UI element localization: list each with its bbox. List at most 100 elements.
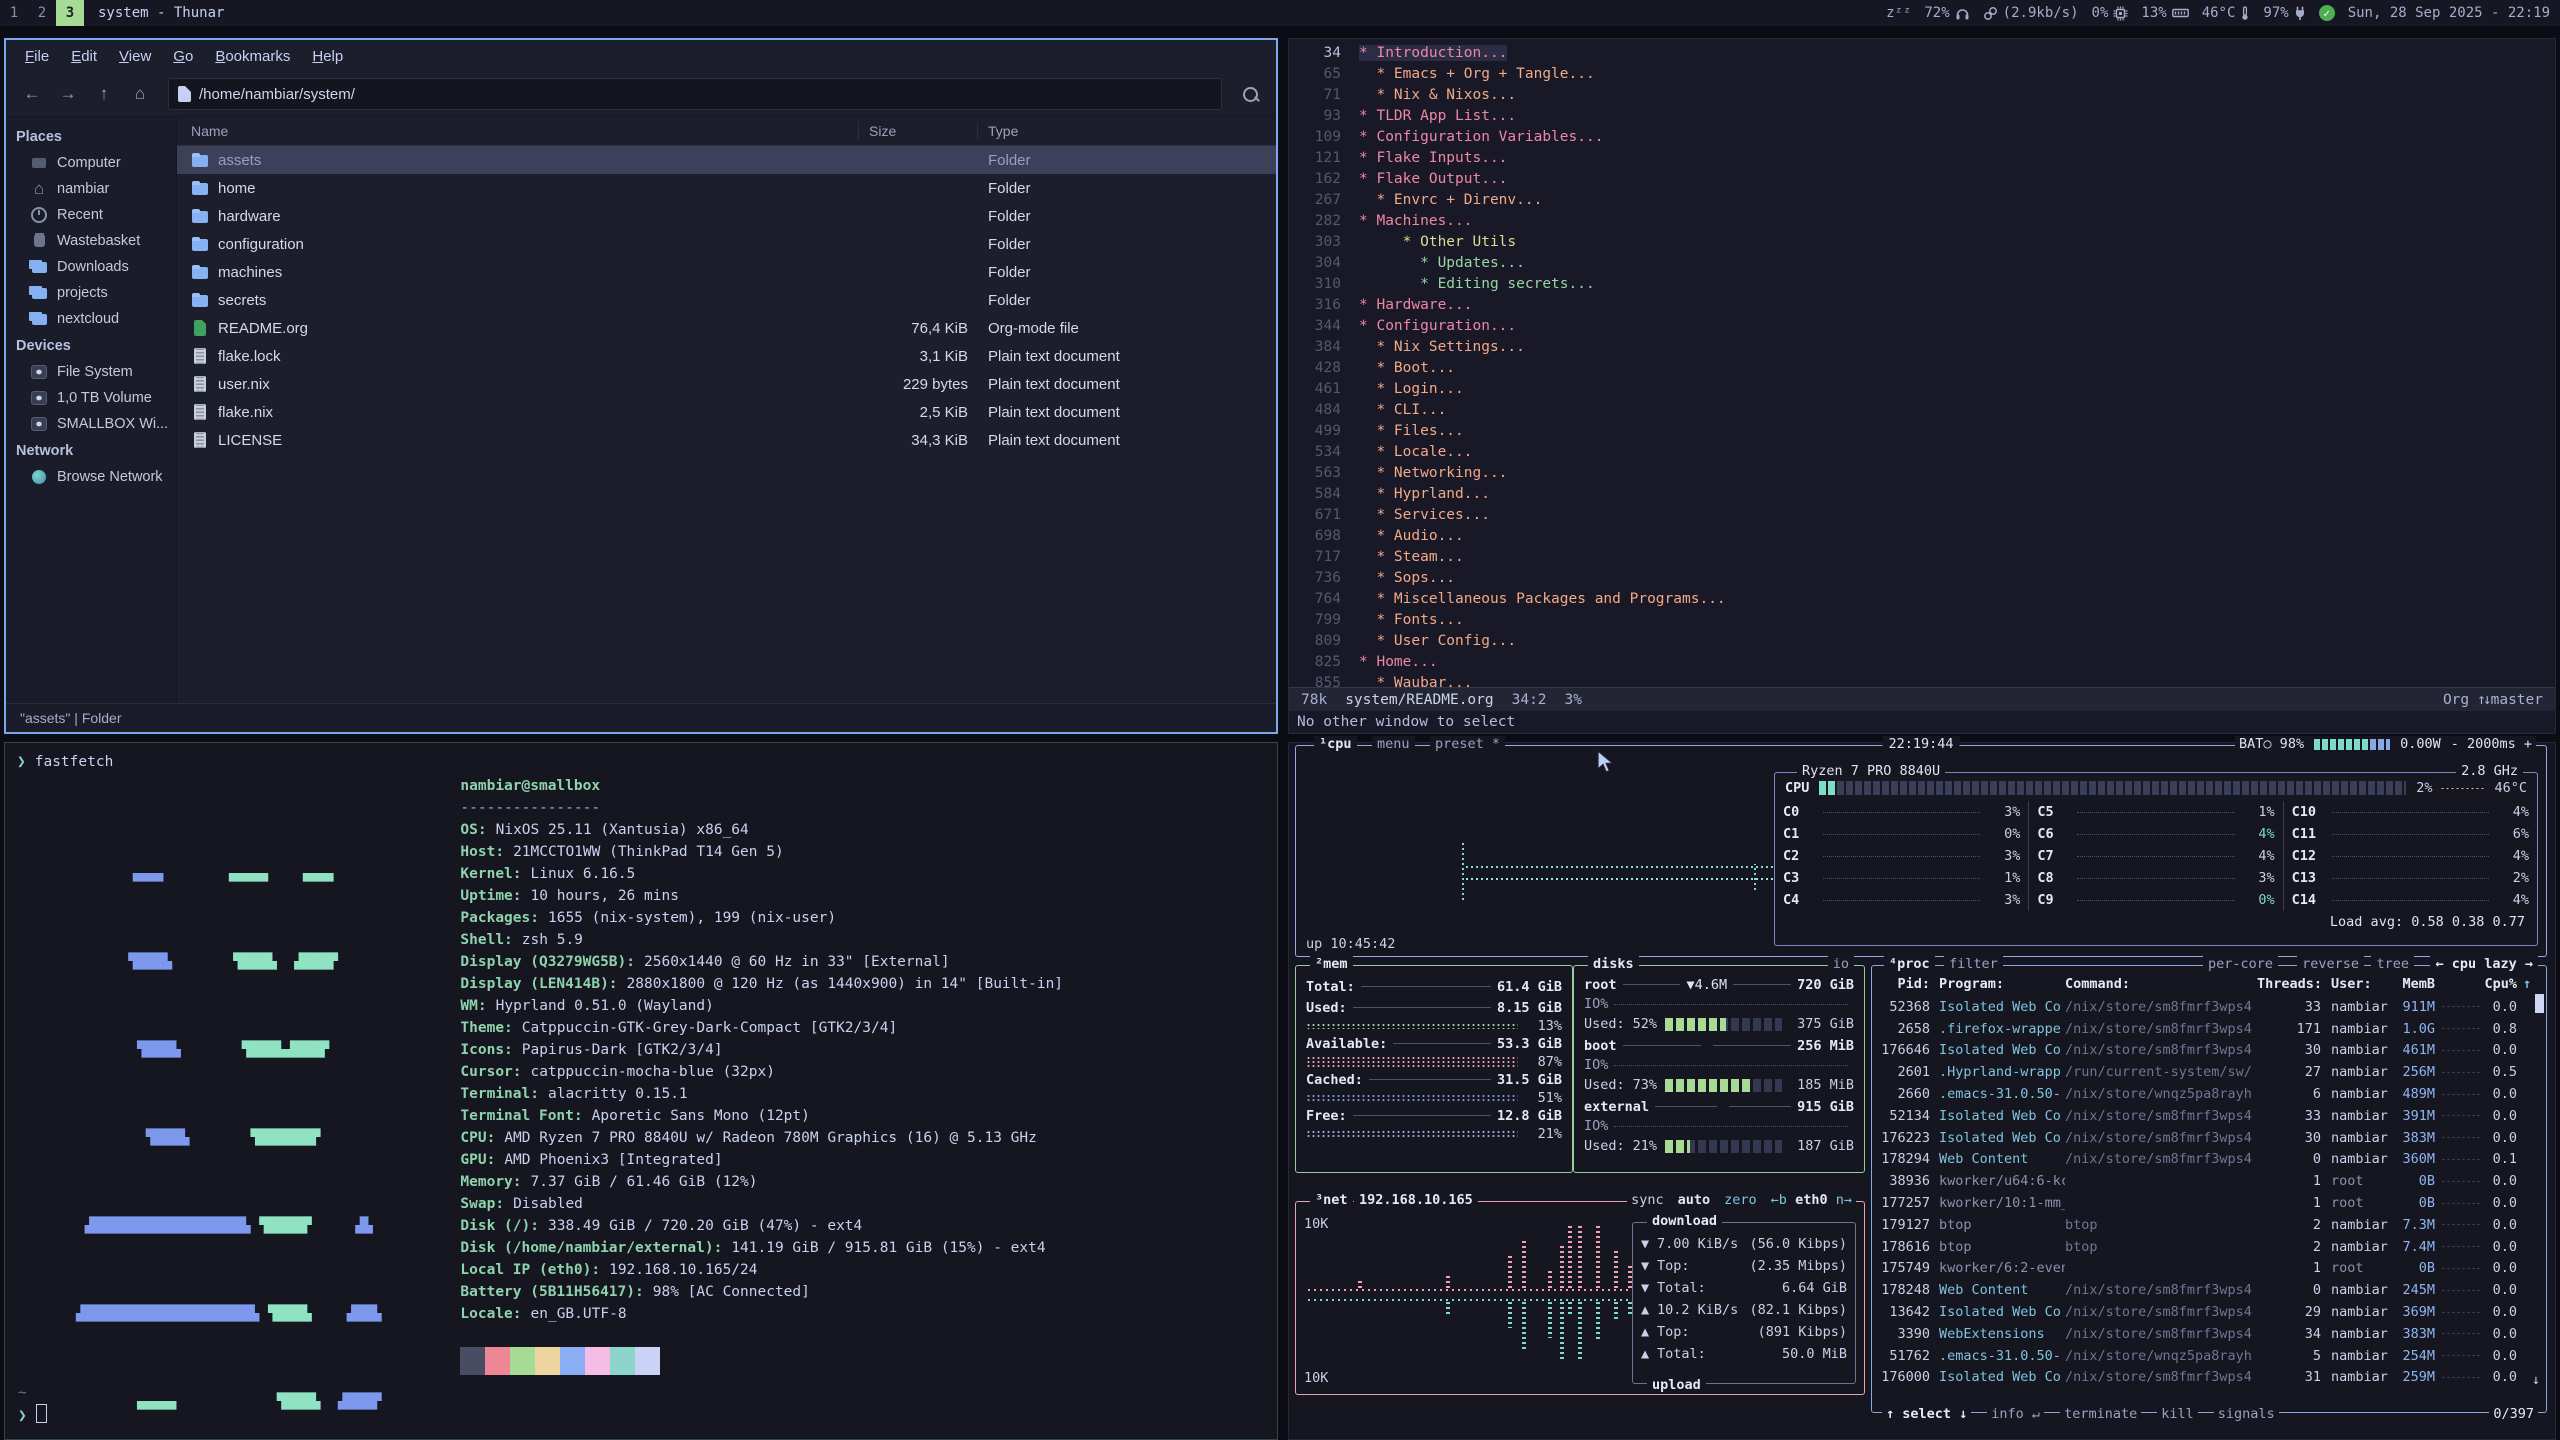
kill-action[interactable]: kill [2157,1406,2198,1422]
process-row[interactable]: 52134 Isolated Web Co /nix/store/sm8fmrf… [1872,1105,2546,1127]
process-row[interactable]: 177257 kworker/10:1-mm_ 1 root 0B 0.0 [1872,1192,2546,1214]
process-row[interactable]: 51762 .emacs-31.0.50- /nix/store/wnqz5pa… [1872,1345,2546,1367]
process-row[interactable]: 38936 kworker/u64:6-kc 1 root 0B 0.0 [1872,1170,2546,1192]
process-row[interactable]: 176646 Isolated Web Co /nix/store/sm8fmr… [1872,1040,2546,1062]
sidebar-item[interactable]: Browse Network [6,464,176,490]
workspace-button[interactable]: 1 [0,0,28,26]
menu-item[interactable]: View [110,45,160,68]
process-row[interactable]: 2601 .Hyprland-wrapp /run/current-system… [1872,1061,2546,1083]
org-heading-line[interactable]: 764 * Miscellaneous Packages and Program… [1289,588,2555,609]
file-row[interactable]: hardware Folder [177,202,1276,230]
info-action[interactable]: info ↵ [1987,1406,2044,1422]
sidebar-item[interactable]: projects [6,280,176,306]
shell-prompt-line[interactable]: ❯ [18,1404,47,1427]
sidebar-item[interactable]: nextcloud [6,306,176,332]
file-row[interactable]: home Folder [177,174,1276,202]
menu-item[interactable]: Edit [62,45,106,68]
org-heading-line[interactable]: 93 * TLDR App List... [1289,105,2555,126]
org-heading-line[interactable]: 563 * Networking... [1289,462,2555,483]
process-row[interactable]: 3390 WebExtensions /nix/store/sm8fmrf3wp… [1872,1323,2546,1345]
col-program[interactable]: Program: [1939,976,2065,992]
update-interval[interactable]: - 2000ms + [2451,736,2532,752]
col-command[interactable]: Command: [2065,976,2257,992]
menu-button[interactable]: menu [1372,736,1415,752]
sidebar-item[interactable]: SMALLBOX Wi... [6,411,176,437]
sidebar-item[interactable]: Recent [6,202,176,228]
proc-tab[interactable]: ⁴proc [1884,956,1935,972]
memory-tab[interactable]: ²mem [1310,956,1353,972]
column-type[interactable]: Type [978,122,1276,140]
search-button[interactable] [1234,79,1266,109]
process-row[interactable]: 178616 btop btop 2 nambiar 7.4M 0.0 [1872,1236,2546,1258]
file-row[interactable]: machines Folder [177,258,1276,286]
org-heading-line[interactable]: 855 * Waubar... [1289,672,2555,687]
org-heading-line[interactable]: 584 * Hyprland... [1289,483,2555,504]
col-mem[interactable]: MemB [2393,976,2435,992]
file-row[interactable]: assets Folder [177,146,1276,174]
sidebar-item[interactable]: 1,0 TB Volume [6,385,176,411]
process-row[interactable]: 178248 Web Content /nix/store/sm8fmrf3wp… [1872,1279,2546,1301]
org-heading-line[interactable]: 344 * Configuration... [1289,315,2555,336]
sidebar-item[interactable]: nambiar [6,176,176,202]
org-heading-line[interactable]: 121 * Flake Inputs... [1289,147,2555,168]
io-toggle[interactable]: io [1828,956,1854,972]
menu-item[interactable]: Help [303,45,352,68]
org-heading-line[interactable]: 34 * Introduction... [1289,42,2555,63]
column-name[interactable]: Name [177,122,859,140]
org-heading-line[interactable]: 304 * Updates... [1289,252,2555,273]
org-heading-line[interactable]: 825 * Home... [1289,651,2555,672]
sidebar-item[interactable]: Computer [6,150,176,176]
file-row[interactable]: user.nix 229 bytes Plain text document [177,370,1276,398]
menu-item[interactable]: File [16,45,58,68]
org-heading-line[interactable]: 282 * Machines... [1289,210,2555,231]
col-pid[interactable]: Pid: [1878,976,1930,992]
filter-button[interactable]: filter [1944,956,2003,972]
back-button[interactable]: ← [16,79,48,109]
iface-next[interactable]: n→ [1836,1192,1852,1208]
file-row[interactable]: README.org 76,4 KiB Org-mode file [177,314,1276,342]
preset-button[interactable]: preset * [1430,736,1505,752]
col-cpu[interactable]: Cpu% [2483,976,2517,992]
org-heading-line[interactable]: 534 * Locale... [1289,441,2555,462]
file-row[interactable]: LICENSE 34,3 KiB Plain text document [177,426,1276,454]
disks-tab[interactable]: disks [1588,956,1639,972]
workspace-button[interactable]: 3 [56,0,84,26]
file-row[interactable]: configuration Folder [177,230,1276,258]
org-heading-line[interactable]: 717 * Steam... [1289,546,2555,567]
org-heading-line[interactable]: 316 * Hardware... [1289,294,2555,315]
workspace-button[interactable]: 2 [28,0,56,26]
org-heading-line[interactable]: 461 * Login... [1289,378,2555,399]
proc-scrollbar[interactable] [2535,994,2544,1013]
up-button[interactable]: ↑ [88,79,120,109]
menu-item[interactable]: Bookmarks [206,45,299,68]
process-row[interactable]: 2658 .firefox-wrappe /nix/store/sm8fmrf3… [1872,1018,2546,1040]
org-heading-line[interactable]: 71 * Nix & Nixos... [1289,84,2555,105]
org-heading-line[interactable]: 428 * Boot... [1289,357,2555,378]
file-row[interactable]: flake.lock 3,1 KiB Plain text document [177,342,1276,370]
process-row[interactable]: 179127 btop btop 2 nambiar 7.3M 0.0 [1872,1214,2546,1236]
org-heading-line[interactable]: 698 * Audio... [1289,525,2555,546]
per-core-toggle[interactable]: per-core [2203,956,2278,972]
home-button[interactable]: ⌂ [124,79,156,109]
terminate-action[interactable]: terminate [2060,1406,2141,1422]
org-heading-line[interactable]: 484 * CLI... [1289,399,2555,420]
process-row[interactable]: 2660 .emacs-31.0.50- /nix/store/wnqz5pa8… [1872,1083,2546,1105]
terminal-window[interactable]: ❯fastfetch ▗▄▄▄ ▗▄▄▄▄ ▄▄▄▖ ▜███▙ ▜███▙ ▟… [4,742,1278,1440]
org-heading-line[interactable]: 109 * Configuration Variables... [1289,126,2555,147]
path-bar[interactable]: /home/nambiar/system/ [168,78,1222,110]
forward-button[interactable]: → [52,79,84,109]
process-row[interactable]: 175749 kworker/6:2-even 1 root 0B 0.0 [1872,1258,2546,1280]
org-heading-line[interactable]: 162 * Flake Output... [1289,168,2555,189]
org-heading-line[interactable]: 65 * Emacs + Org + Tangle... [1289,63,2555,84]
reverse-toggle[interactable]: reverse [2297,956,2364,972]
select-action[interactable]: ↑ select ↓ [1882,1406,1971,1422]
sidebar-item[interactable]: Downloads [6,254,176,280]
signals-action[interactable]: signals [2214,1406,2279,1422]
process-row[interactable]: 176000 Isolated Web Co /nix/store/sm8fmr… [1872,1367,2546,1389]
sidebar-item[interactable]: File System [6,359,176,385]
sort-selector[interactable]: ← cpu lazy → [2430,956,2538,972]
iface-prev[interactable]: ←b [1771,1192,1787,1208]
file-row[interactable]: flake.nix 2,5 KiB Plain text document [177,398,1276,426]
process-row[interactable]: 52368 Isolated Web Co /nix/store/sm8fmrf… [1872,996,2546,1018]
net-zero-toggle[interactable]: zero [1724,1192,1757,1208]
